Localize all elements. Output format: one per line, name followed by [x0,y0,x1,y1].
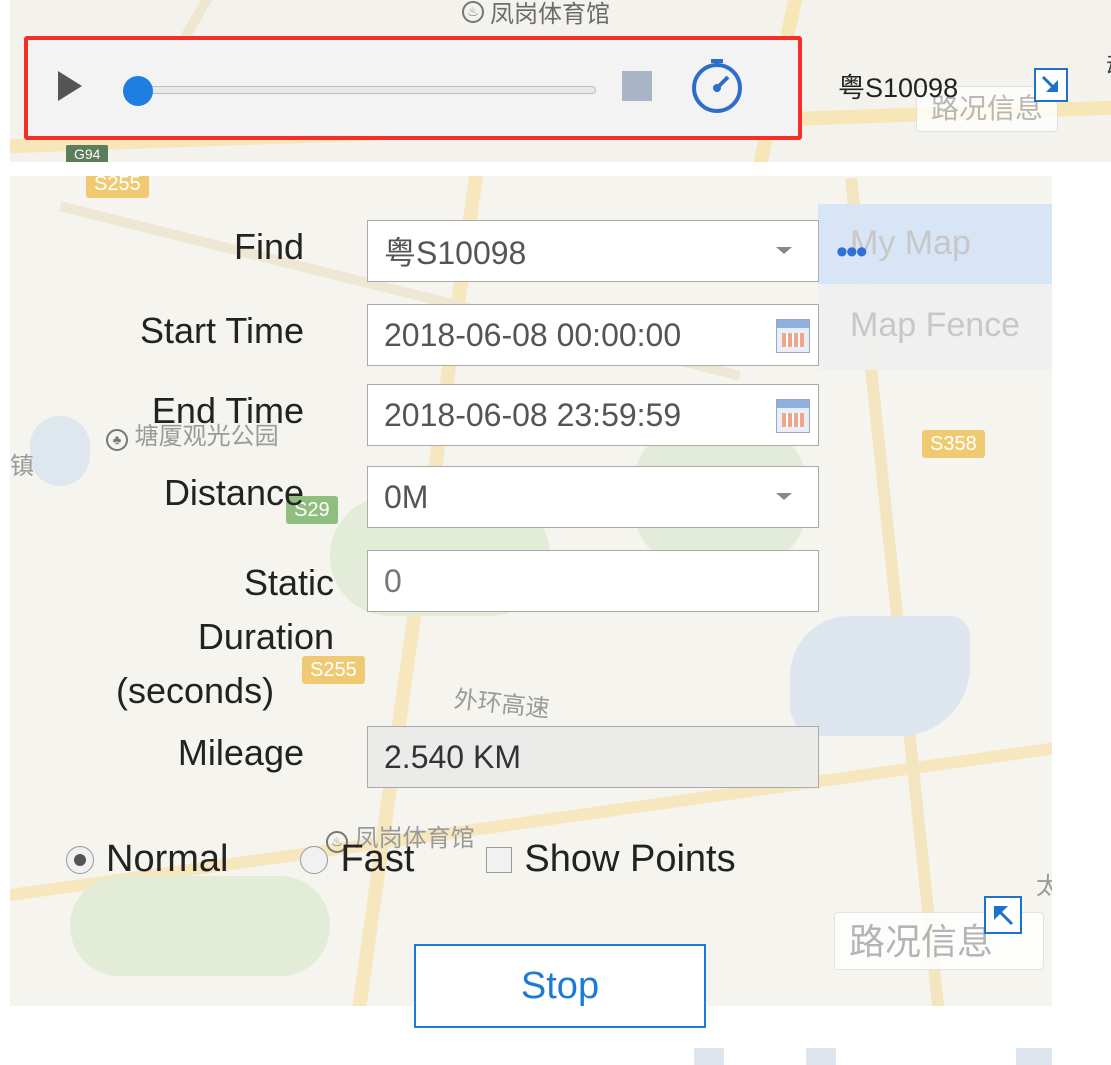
map-poi-stadium: ♨ 凤岗体育馆 [462,0,610,29]
expand-icon[interactable] [1034,68,1068,102]
map-label-fragment: 太 [1036,873,1052,900]
radio-fast[interactable] [300,845,329,874]
map-control-fragment [806,1048,836,1065]
static-duration-input[interactable]: 0 [367,550,819,612]
poi-icon: ♣ [106,429,128,451]
map-layer-panel: My Map ••• Map Fence [818,204,1052,370]
layer-item-my-map[interactable]: My Map ••• [818,204,1052,284]
distance-select-value: 0M [384,478,429,515]
more-options-icon[interactable]: ••• [836,235,868,269]
static-duration-label-line: Duration [197,616,334,657]
map-control-fragment [1016,1048,1052,1065]
map-label-fragment: 动 [1106,46,1111,81]
find-select-value: 粤S10098 [384,235,527,271]
radio-normal-label[interactable]: Normal [106,838,228,881]
end-time-field[interactable]: 2018-06-08 23:59:59 [367,384,819,446]
radio-fast-label[interactable]: Fast [340,838,414,881]
playback-progress-slider[interactable] [124,86,596,94]
calendar-icon[interactable] [776,399,810,433]
poi-icon: ♨ [462,0,484,23]
map-road-label: 外环高速 [452,686,551,723]
radio-normal[interactable] [66,845,94,874]
road-badge: S255 [86,176,149,198]
map-place-label: 镇 [10,453,34,480]
find-select[interactable]: 粤S10098 [367,220,819,282]
start-time-value: 2018-06-08 00:00:00 [384,316,682,353]
chevron-down-icon [776,247,792,254]
start-time-field[interactable]: 2018-06-08 00:00:00 [367,304,819,366]
end-time-value: 2018-06-08 23:59:59 [384,396,682,433]
calendar-icon[interactable] [776,319,810,353]
layer-item-label: Map Fence [850,306,1021,344]
show-points-label[interactable]: Show Points [524,838,735,881]
road-badge: S358 [922,430,985,458]
play-icon[interactable] [58,71,82,101]
map-poi-label: 凤岗体育馆 [490,1,610,28]
map-water-area [790,616,970,736]
mileage-label: Mileage [177,732,304,773]
static-duration-label-line: Static [243,562,334,603]
start-time-label: Start Time [139,310,304,351]
playback-options: Normal Fast Show Points [66,838,736,881]
distance-label: Distance [163,472,304,513]
mileage-field: 2.540 KM [367,726,819,788]
playback-control-bar [24,36,802,140]
chevron-down-icon [776,493,792,500]
static-duration-label-line: (seconds) [116,670,275,711]
stop-icon[interactable] [622,71,652,101]
distance-select[interactable]: 0M [367,466,819,528]
static-duration-value: 0 [384,562,402,599]
stop-button[interactable]: Stop [414,944,706,1028]
road-badge: G94 [66,145,109,162]
layer-item-label: My Map [850,224,971,262]
show-points-checkbox[interactable] [486,846,513,873]
end-time-label: End Time [151,390,304,431]
map-park-area [70,876,330,976]
find-label: Find [233,226,304,267]
speedometer-icon[interactable] [688,57,746,120]
collapse-icon[interactable] [984,896,1022,934]
vehicle-plate-label: 粤S10098 [838,73,959,103]
map-control-fragment [694,1048,724,1065]
progress-slider-handle[interactable] [123,76,154,106]
mileage-value: 2.540 KM [384,738,521,775]
static-duration-label: Static Duration (seconds) [100,556,334,718]
